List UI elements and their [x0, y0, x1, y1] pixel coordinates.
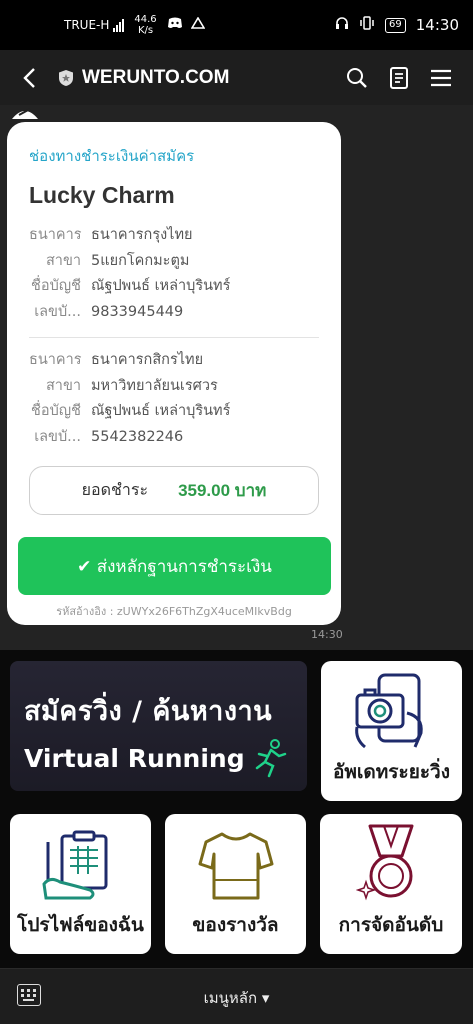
branch-row: สาขา มหาวิทยาลัยนเรศวร	[29, 374, 319, 400]
speed-value: 44.6	[134, 14, 157, 25]
tile-label: การจัดอันดับ	[338, 914, 444, 936]
app-header: WERUNTO.COM	[0, 50, 473, 105]
row-label: ธนาคาร	[29, 227, 82, 243]
divider	[29, 337, 319, 338]
row-value[interactable]: 9833945449	[91, 300, 183, 326]
row-value: 5แยกโคกมะตูม	[91, 252, 190, 269]
chat-area: ช่องทางชำระเงินค่าสมัคร Lucky Charm ธนาค…	[0, 105, 473, 650]
shirt-icon	[198, 832, 273, 900]
total-amount: 359.00 บาท	[178, 481, 267, 500]
tile-label: อัพเดทระยะวิ่ง	[333, 761, 450, 783]
send-button-label: ✔ ส่งหลักฐานการชำระเงิน	[77, 556, 272, 577]
account-number-row: เลขบั... 5542382246	[29, 425, 319, 451]
clipboard-shoe-icon	[41, 830, 107, 900]
discord-icon	[167, 17, 183, 33]
total-label: ยอดชำระ	[81, 480, 149, 499]
notes-icon[interactable]	[387, 66, 411, 90]
register-run-banner[interactable]: สมัครวิ่ง / ค้นหางาน Virtual Running	[10, 661, 307, 791]
battery-indicator: 69	[385, 17, 406, 33]
back-arrow-icon	[23, 67, 35, 88]
card-title: ช่องทางชำระเงินค่าสมัคร	[29, 147, 195, 165]
row-label: สาขา	[45, 252, 81, 269]
runner-icon	[255, 739, 286, 778]
ranking-tile[interactable]: การจัดอันดับ	[320, 814, 462, 954]
rewards-tile[interactable]: ของรางวัล	[165, 814, 306, 954]
row-label: เลขบั...	[34, 303, 81, 320]
row-value: ณัฐปพนธ์ เหล่าบุรินทร์	[91, 403, 231, 419]
tile-label: ของรางวัล	[192, 914, 279, 936]
bank-row: ธนาคาร ธนาคารกสิกรไทย	[29, 348, 319, 374]
network-speed: 44.6 K/s	[134, 14, 156, 36]
row-label: เลขบั...	[34, 428, 81, 445]
account-name-row: ชื่อบัญชี ณัฐปพนธ์ เหล่าบุรินทร์	[29, 274, 319, 300]
row-label: สาขา	[45, 377, 81, 394]
vibrate-icon	[359, 16, 375, 34]
row-value: ณัฐปพนธ์ เหล่าบุรินทร์	[91, 278, 231, 294]
signal-icon	[113, 18, 125, 32]
total-box: ยอดชำระ 359.00 บาท	[29, 466, 319, 515]
send-payment-proof-button[interactable]: ✔ ส่งหลักฐานการชำระเงิน	[18, 537, 331, 595]
back-button[interactable]	[0, 50, 58, 105]
banner-line-1: สมัครวิ่ง / ค้นหางาน	[24, 696, 273, 727]
account-name-row: ชื่อบัญชี ณัฐปพนธ์ เหล่าบุรินทร์	[29, 399, 319, 425]
row-value[interactable]: 5542382246	[91, 425, 183, 451]
branch-row: สาขา 5แยกโคกมะตูม	[29, 249, 319, 275]
payee-name: Lucky Charm	[29, 182, 175, 208]
shield-icon	[59, 69, 73, 86]
speed-unit: K/s	[137, 25, 154, 36]
camera-phone-icon	[354, 673, 423, 749]
main-menu-toggle[interactable]: เมนูหลัก ▾	[0, 986, 473, 1010]
rich-menu: สมัครวิ่ง / ค้นหางาน Virtual Running อัพ…	[0, 650, 473, 968]
tile-label: โปรไฟล์ของฉัน	[17, 914, 144, 936]
row-label: ธนาคาร	[29, 352, 82, 368]
status-bar: TRUE-H 44.6 K/s 69 14:30	[0, 0, 473, 50]
reference-code: รหัสอ้างอิง : zUWYx26F6ThZgX4uceMIkvBdg	[56, 605, 292, 618]
row-value: ธนาคารกสิกรไทย	[91, 352, 204, 368]
row-value: มหาวิทยาลัยนเรศวร	[91, 377, 218, 394]
headset-icon	[335, 16, 349, 34]
bot-avatar-icon	[12, 108, 38, 119]
site-title-text: WERUNTO.COM	[82, 66, 230, 88]
bank-block-1: ธนาคาร ธนาคารกรุงไทย สาขา 5แยกโคกมะตูม ชื่…	[29, 223, 319, 325]
page-title: WERUNTO.COM	[58, 67, 229, 89]
bank-row: ธนาคาร ธนาคารกรุงไทย	[29, 223, 319, 249]
account-number-row: เลขบั... 9833945449	[29, 300, 319, 326]
status-time: 14:30	[415, 16, 459, 34]
menu-icon[interactable]	[429, 66, 453, 90]
carrier-label: TRUE-H	[64, 18, 110, 32]
drive-icon	[190, 16, 206, 33]
banner-line-2: Virtual Running	[24, 743, 245, 773]
message-time: 14:30	[311, 628, 343, 641]
row-label: ชื่อบัญชี	[31, 278, 81, 294]
payment-card: ช่องทางชำระเงินค่าสมัคร Lucky Charm ธนาค…	[7, 122, 341, 625]
update-distance-tile[interactable]: อัพเดทระยะวิ่ง	[321, 661, 462, 801]
bottom-bar: เมนูหลัก ▾	[0, 968, 473, 1024]
medal-icon	[356, 824, 414, 901]
row-label: ชื่อบัญชี	[31, 403, 81, 419]
my-profile-tile[interactable]: โปรไฟล์ของฉัน	[10, 814, 151, 954]
bank-block-2: ธนาคาร ธนาคารกสิกรไทย สาขา มหาวิทยาลัยนเรศ…	[29, 348, 319, 450]
row-value: ธนาคารกรุงไทย	[91, 227, 193, 243]
search-icon[interactable]	[345, 66, 369, 90]
